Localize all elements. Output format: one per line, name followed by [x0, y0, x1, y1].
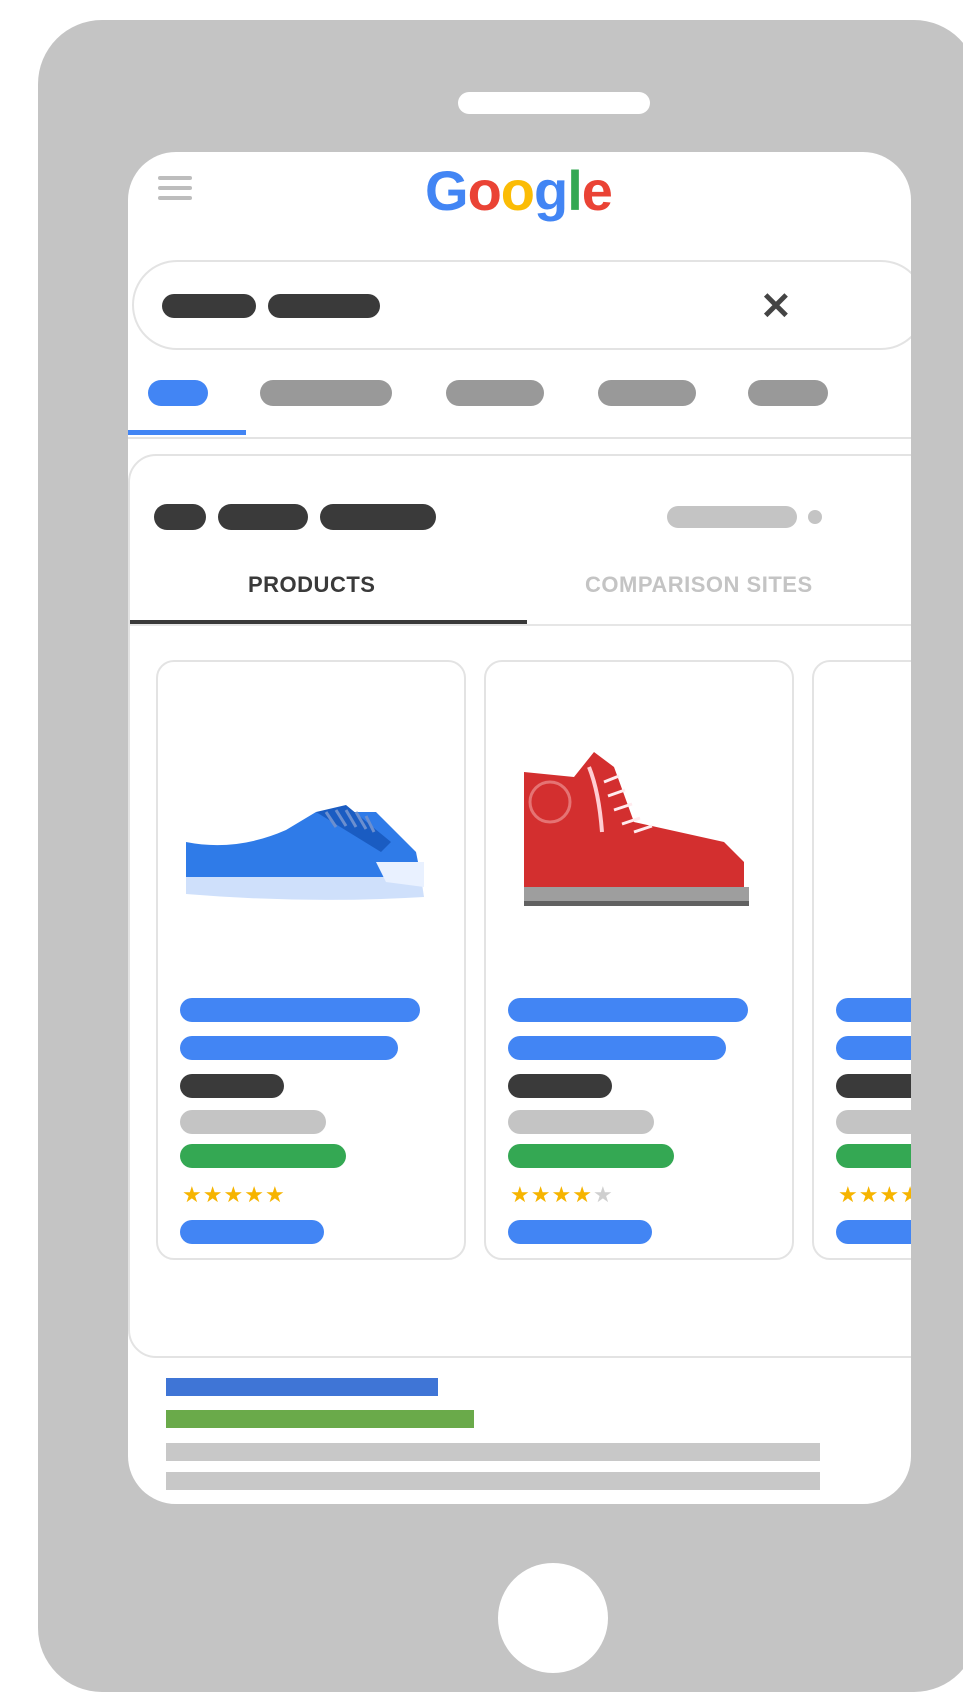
home-button[interactable] — [498, 1563, 608, 1673]
product-title-placeholder — [180, 998, 420, 1022]
sponsored-label-placeholder — [667, 506, 797, 528]
tab-comparison-sites[interactable]: COMPARISON SITES — [585, 572, 813, 598]
star-icon: ★ — [572, 1182, 593, 1207]
star-icon: ★ — [879, 1182, 901, 1207]
google-logo[interactable]: Google — [425, 158, 613, 223]
phone-speaker — [458, 92, 650, 114]
product-card[interactable]: ★★★★ — [812, 660, 911, 1260]
product-title-placeholder — [180, 1036, 398, 1060]
star-rating: ★★★★★ — [510, 1182, 614, 1208]
phone-screen: Google ✕ PRODUCTS COMPARISON SITES ★★★★★… — [128, 152, 911, 1504]
product-title-placeholder — [836, 1036, 911, 1060]
star-icon: ★ — [510, 1182, 531, 1207]
logo-letter: o — [500, 159, 535, 222]
star-icon: ★ — [551, 1182, 573, 1207]
info-icon[interactable] — [808, 510, 822, 524]
logo-letter: o — [467, 159, 502, 222]
product-card[interactable]: ★★★★★ — [156, 660, 466, 1260]
logo-letter: l — [567, 159, 583, 222]
tab-placeholder[interactable] — [748, 380, 828, 406]
logo-letter: G — [425, 159, 469, 222]
red-high-top-image — [524, 752, 749, 906]
divider — [130, 624, 911, 626]
clear-icon[interactable]: ✕ — [760, 284, 792, 329]
query-text-placeholder — [268, 294, 380, 318]
logo-letter: g — [534, 159, 568, 222]
search-input[interactable]: ✕ — [132, 260, 911, 350]
price-placeholder — [508, 1074, 612, 1098]
merchant-placeholder — [508, 1110, 654, 1134]
product-link-placeholder — [836, 1220, 911, 1244]
tab-placeholder[interactable] — [260, 380, 392, 406]
product-title-placeholder — [508, 998, 748, 1022]
star-icon: ★ — [858, 1182, 880, 1207]
star-icon: ★ — [244, 1182, 265, 1207]
product-title-placeholder — [508, 1036, 726, 1060]
merchant-placeholder — [180, 1110, 326, 1134]
divider — [128, 437, 911, 439]
star-rating: ★★★★ — [838, 1182, 911, 1208]
hamburger-menu-icon[interactable] — [158, 176, 192, 204]
star-icon: ★ — [530, 1182, 552, 1207]
result-url-placeholder — [166, 1410, 474, 1428]
product-link-placeholder — [180, 1220, 324, 1244]
merchant-placeholder — [836, 1110, 911, 1134]
tab-placeholder[interactable] — [598, 380, 696, 406]
star-icon: ★ — [838, 1182, 859, 1207]
shipping-placeholder — [508, 1144, 674, 1168]
logo-letter: e — [581, 159, 613, 222]
active-tab-indicator — [128, 430, 246, 435]
star-empty-icon: ★ — [592, 1182, 614, 1207]
tab-products[interactable]: PRODUCTS — [248, 572, 375, 598]
star-icon: ★ — [182, 1182, 203, 1207]
card-title-placeholder — [320, 504, 436, 530]
star-icon: ★ — [900, 1182, 911, 1207]
blue-sneaker-image — [186, 805, 424, 900]
shipping-placeholder — [180, 1144, 346, 1168]
tab-placeholder[interactable] — [446, 380, 544, 406]
product-title-placeholder — [836, 998, 911, 1022]
price-placeholder — [836, 1074, 911, 1098]
shipping-placeholder — [836, 1144, 911, 1168]
star-icon: ★ — [202, 1182, 224, 1207]
product-card[interactable]: ★★★★★ — [484, 660, 794, 1260]
card-title-placeholder — [154, 504, 206, 530]
result-snippet-placeholder — [166, 1443, 820, 1461]
card-title-placeholder — [218, 504, 308, 530]
result-snippet-placeholder — [166, 1472, 820, 1490]
tab-all[interactable] — [148, 380, 208, 406]
query-text-placeholder — [162, 294, 256, 318]
star-icon: ★ — [223, 1182, 245, 1207]
star-icon: ★ — [264, 1182, 286, 1207]
star-rating: ★★★★★ — [182, 1182, 286, 1208]
price-placeholder — [180, 1074, 284, 1098]
shopping-results-card: PRODUCTS COMPARISON SITES ★★★★★ ★★★★★ ★★… — [128, 454, 911, 1358]
result-title-placeholder[interactable] — [166, 1378, 438, 1396]
product-link-placeholder — [508, 1220, 652, 1244]
